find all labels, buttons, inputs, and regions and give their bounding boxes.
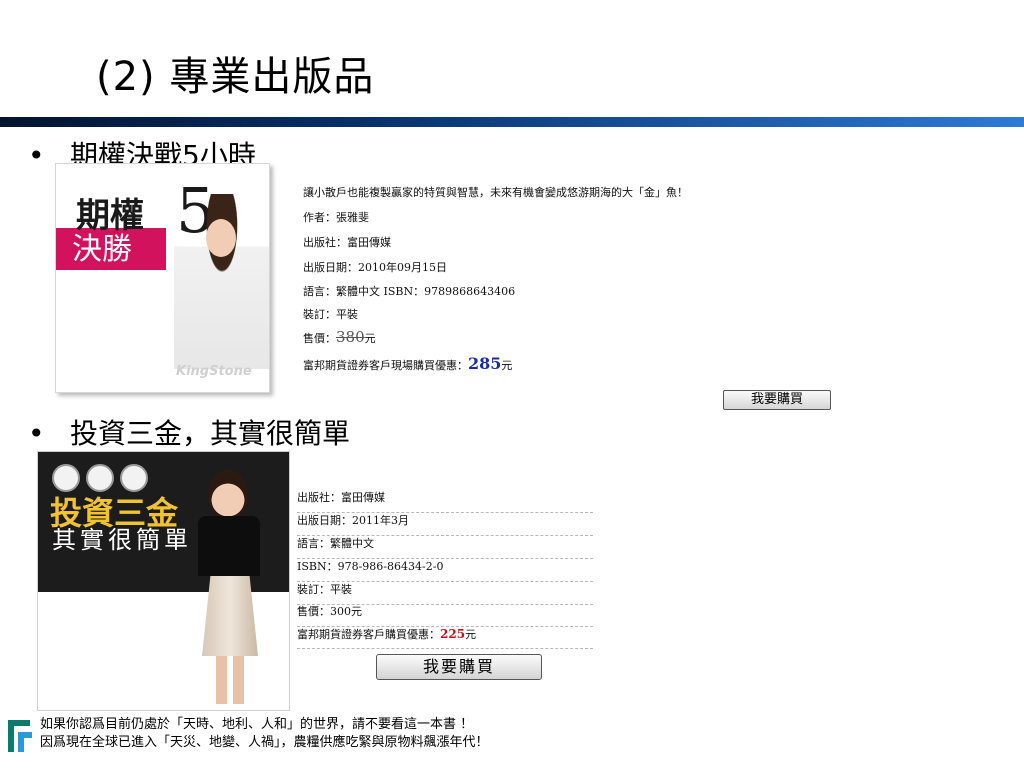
bullet-marker: • xyxy=(28,417,45,450)
footer-note-2: 因爲現在全球已進入「天災、地變、人禍」，農糧供應吃緊與原物料飆漲年代！ xyxy=(40,731,489,750)
book2-discount-label: 富邦期貨證券客戶購買優惠： xyxy=(297,628,440,641)
book1-date: 出版日期：2010年09月15日 xyxy=(303,261,447,274)
book1-cover-face xyxy=(206,219,236,257)
book2-cover-author-skirt xyxy=(202,576,258,656)
book2-cover-author-head xyxy=(208,470,248,520)
book1-price-line: 售價：380元 xyxy=(303,328,376,346)
book1-cover-title-b: 決勝 xyxy=(72,232,132,267)
book2-lang: 語言：繁體中文 xyxy=(297,536,593,559)
book2-isbn: ISBN：978-986-86434-2-0 xyxy=(297,559,593,582)
book2-buy-button[interactable]: 我要購買 xyxy=(376,654,542,680)
book1-tagline: 讓小散戶也能複製贏家的特質與智慧，未來有機會變成悠游期海的大「金」魚！ xyxy=(303,186,688,199)
book1-buy-button[interactable]: 我要購買 xyxy=(723,390,831,410)
bullet-text-book2: 投資三金，其實很簡單 xyxy=(70,417,351,450)
book2-price: 售價：300元 xyxy=(297,604,593,627)
book1-publisher: 出版社：富田傳媒 xyxy=(303,236,391,249)
book1-binding: 裝訂：平裝 xyxy=(303,308,358,321)
book2-discount-unit: 元 xyxy=(465,628,477,641)
book2-cover-title-b: 其實很簡單 xyxy=(52,526,192,554)
book2-discount-price: 225 xyxy=(440,627,466,641)
book2-cover-author-legs xyxy=(216,656,244,704)
book1-cover-brand-watermark: KingStone xyxy=(176,364,252,379)
book2-binding: 裝訂：平裝 xyxy=(297,582,593,605)
book2-discount-line: 富邦期貨證券客戶購買優惠：225元 xyxy=(297,626,593,649)
fubon-logo-icon xyxy=(8,720,32,752)
book1-discount-price: 285 xyxy=(468,354,502,373)
book1-discount-unit: 元 xyxy=(501,359,513,372)
book2-publisher: 出版社：富田傳媒 xyxy=(297,490,593,513)
book1-original-price: 380 xyxy=(336,328,365,346)
slide-title: (2) 專業出版品 xyxy=(96,54,375,100)
title-divider-bar xyxy=(0,117,1024,127)
book1-price-label: 售價： xyxy=(303,332,336,345)
book1-price-unit: 元 xyxy=(364,332,376,345)
book1-lang-isbn: 語言：繁體中文 ISBN：9789868643406 xyxy=(303,285,516,298)
book1-discount-line: 富邦期貨證券客戶現場購買優惠：285元 xyxy=(303,354,512,373)
book1-cover-image[interactable]: 期權 5 決勝 KingStone xyxy=(55,163,270,393)
book1-author: 作者：張雅斐 xyxy=(303,211,369,224)
book2-cover-image[interactable]: 投資三金 其實很簡單 xyxy=(37,451,290,711)
bullet-item-book2: • 投資三金，其實很簡單 xyxy=(28,412,350,452)
book1-discount-label: 富邦期貨證券客戶現場購買優惠： xyxy=(303,359,468,372)
book2-date: 出版日期：2011年3月 xyxy=(297,513,593,536)
book2-cover-author-top xyxy=(198,516,260,576)
footer-note-1: 如果你認爲目前仍處於「天時、地利、人和」的世界，請不要看這一本書 ！ xyxy=(40,713,474,732)
